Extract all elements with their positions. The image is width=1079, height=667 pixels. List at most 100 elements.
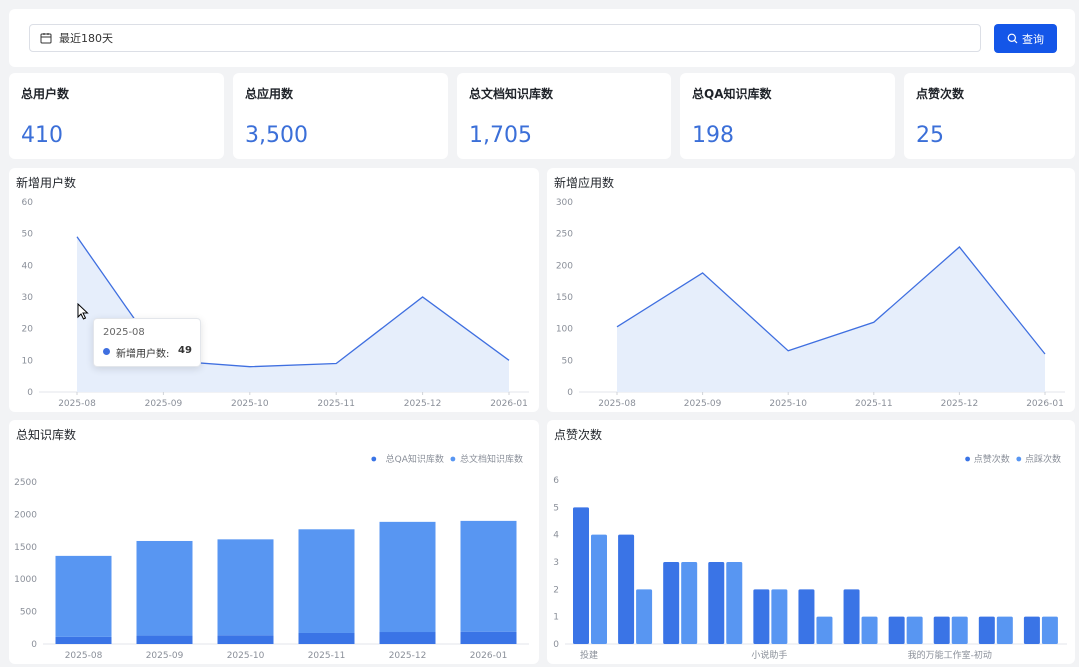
- y-tick-label: 60: [22, 198, 34, 208]
- bar: [55, 555, 112, 637]
- tooltip-title: 2025-08: [103, 327, 145, 338]
- legend-label: 总QA知识库数: [386, 453, 444, 465]
- y-tick-label: 3: [553, 558, 559, 568]
- x-tick-label: 小说助手: [751, 649, 787, 661]
- y-tick-label: 30: [22, 293, 34, 303]
- bar: [951, 616, 968, 644]
- bar: [591, 534, 607, 644]
- y-tick-label: 1000: [14, 575, 37, 585]
- bar: [681, 562, 698, 644]
- y-tick-label: 1: [553, 613, 559, 623]
- y-tick-label: 10: [22, 356, 34, 366]
- x-tick-label: 2025-08: [65, 651, 103, 661]
- likes-chart-panel: 点赞次数 0123456投建小说助手我的万能工作室-初动吃喝助手点踩次数点赞次数: [547, 420, 1075, 664]
- legend-marker: [965, 456, 970, 462]
- filter-bar: 最近180天 查询: [9, 9, 1075, 67]
- x-tick-label: 2025-11: [317, 399, 355, 409]
- x-tick-label: 2025-10: [231, 399, 269, 409]
- y-tick-label: 300: [556, 198, 573, 208]
- bar: [996, 616, 1013, 644]
- x-tick-label: 2025-12: [389, 651, 427, 661]
- stat-label: 点赞次数: [916, 87, 965, 101]
- tooltip-series-name: 新增用户数:: [116, 349, 170, 360]
- total-kb-chart: 0 500 1000 1500 2000 2500 2025-08 2025-09 2025-1…: [14, 453, 529, 661]
- x-tick-label: 2026-01: [490, 399, 528, 409]
- bar: [460, 520, 517, 632]
- bar: [55, 636, 112, 644]
- stat-label: 总文档知识库数: [469, 87, 554, 101]
- y-tick-label: 150: [556, 293, 573, 303]
- stat-label: 总应用数: [245, 87, 294, 101]
- x-tick-label: 2025-08: [598, 399, 636, 409]
- y-tick-label: 6: [553, 476, 559, 486]
- y-tick-label: 0: [31, 640, 37, 650]
- y-tick-label: 50: [562, 356, 574, 366]
- bar: [636, 589, 653, 644]
- new-apps-chart-panel: 新增应用数 0 50 100 150 200 250 300 2025-08 2025-09 20…: [547, 168, 1075, 412]
- x-tick-label: 2025-12: [404, 399, 442, 409]
- y-tick-label: 40: [22, 261, 34, 271]
- y-tick-label: 0: [567, 388, 573, 398]
- series-area: [77, 236, 509, 392]
- bar: [460, 631, 517, 644]
- x-tick-label: 2025-09: [145, 399, 183, 409]
- bar: [798, 589, 815, 644]
- stat-card-total-users: 总用户数 410: [9, 73, 224, 159]
- stat-card-total-qa-kb: 总QA知识库数 198: [680, 73, 895, 159]
- y-tick-label: 500: [20, 608, 37, 618]
- x-tick-label: 2025-11: [855, 399, 893, 409]
- new-apps-chart: 0 50 100 150 200 250 300 2025-08 2025-09 2025-10 2…: [556, 198, 1065, 409]
- y-tick-label: 2: [553, 585, 559, 595]
- bar: [663, 562, 680, 644]
- bar: [136, 635, 193, 644]
- bar: [888, 616, 905, 644]
- x-tick-label: 2025-10: [769, 399, 807, 409]
- y-tick-label: 5: [553, 503, 559, 513]
- y-tick-label: 250: [556, 230, 573, 240]
- y-tick-label: 0: [553, 640, 559, 650]
- x-tick-label: 2026-01: [470, 651, 508, 661]
- tooltip-series-dot: [103, 348, 110, 355]
- likes-chart: 0123456投建小说助手我的万能工作室-初动吃喝助手点踩次数点赞次数: [553, 453, 1067, 661]
- legend-label: 点踩次数: [1025, 453, 1061, 465]
- y-tick-label: 50: [22, 230, 34, 240]
- bar: [933, 616, 950, 644]
- legend-label: 总文档知识库数: [460, 453, 523, 465]
- x-tick-label: 我的万能工作室-初动: [908, 649, 992, 661]
- query-button[interactable]: 查询: [994, 24, 1057, 53]
- y-tick-label: 2000: [14, 510, 37, 520]
- bar: [217, 635, 274, 644]
- total-kb-chart-panel: 总知识库数 0 500 1000 1500 2000 2500 2025-08 2025-09…: [9, 420, 539, 664]
- stat-value: 1,705: [469, 123, 532, 148]
- bar: [906, 616, 923, 644]
- tooltip-value: 49: [178, 345, 192, 356]
- bar: [217, 539, 274, 636]
- legend-label: 点赞次数: [974, 453, 1010, 465]
- stat-value: 25: [916, 123, 944, 148]
- y-tick-label: 4: [553, 531, 559, 541]
- y-tick-label: 0: [27, 388, 33, 398]
- bar: [298, 632, 355, 644]
- x-tick-label: 2025-12: [941, 399, 979, 409]
- query-button-label: 查询: [1022, 32, 1044, 46]
- x-tick-label: 2026-01: [1026, 399, 1064, 409]
- bar: [1041, 616, 1058, 644]
- y-tick-label: 2500: [14, 478, 37, 488]
- x-tick-label: 2025-09: [684, 399, 722, 409]
- bar: [1023, 616, 1040, 644]
- search-icon: [1007, 33, 1018, 44]
- y-tick-label: 1500: [14, 543, 37, 553]
- stat-label: 总用户数: [21, 87, 70, 101]
- mouse-cursor-icon: [77, 303, 89, 320]
- stat-card-total-doc-kb: 总文档知识库数 1,705: [457, 73, 671, 159]
- date-range-picker[interactable]: 最近180天: [29, 24, 981, 52]
- y-tick-label: 200: [556, 261, 573, 271]
- stat-value: 198: [692, 123, 734, 148]
- bar: [708, 562, 725, 644]
- stat-card-total-apps: 总应用数 3,500: [233, 73, 448, 159]
- bar: [379, 632, 436, 644]
- x-tick-label: 2025-11: [308, 651, 346, 661]
- bar: [379, 521, 436, 633]
- bar: [618, 534, 635, 644]
- date-range-text: 最近180天: [59, 32, 113, 45]
